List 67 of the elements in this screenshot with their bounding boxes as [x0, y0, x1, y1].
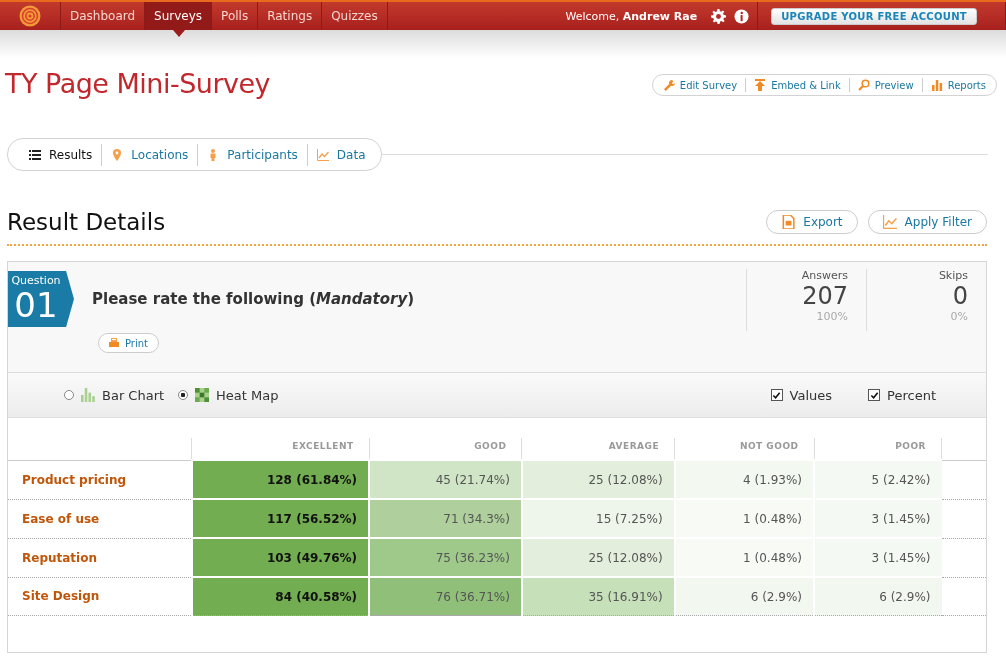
stat-value: 207 — [801, 282, 848, 310]
heat-cell: 45 (21.74%) — [369, 460, 522, 499]
heat-cell: 6 (2.9%) — [814, 577, 942, 616]
tab[interactable]: Results — [22, 147, 100, 162]
printer-icon — [109, 338, 119, 348]
upload-arrow-icon — [754, 79, 767, 91]
tab[interactable]: Data — [309, 147, 373, 162]
heat-cell: 15 (7.25%) — [521, 499, 675, 538]
stat-percent: 0% — [949, 310, 968, 323]
heat-cell: 4 (1.93%) — [674, 460, 814, 499]
tab[interactable]: Participants — [200, 147, 305, 162]
heat-cell: 5 (2.42%) — [814, 460, 942, 499]
heat-cell: 1 (0.48%) — [674, 499, 814, 538]
heat-cell: 1 (0.48%) — [674, 538, 814, 577]
checkbox-option[interactable]: Values — [770, 387, 833, 403]
map-pin-icon — [111, 148, 124, 161]
search-icon — [857, 79, 870, 91]
heat-cell: 3 (1.45%) — [814, 538, 942, 577]
checkbox-option[interactable]: Percent — [868, 387, 936, 403]
heat-cell: 75 (36.23%) — [369, 538, 522, 577]
question-badge: Question 01 — [8, 271, 74, 327]
line-chart-icon — [316, 148, 329, 161]
action-link[interactable]: Reports — [926, 79, 990, 91]
view-option[interactable]: Bar Chart — [64, 387, 165, 403]
heat-cell: 76 (36.71%) — [369, 577, 522, 616]
stat-label: Answers — [800, 269, 848, 282]
heat-cell: 84 (40.58%) — [191, 577, 370, 616]
line-chart-icon — [882, 215, 897, 229]
filter-button[interactable]: Apply Filter — [867, 210, 987, 234]
stat-value: 0 — [951, 282, 968, 310]
info-icon[interactable] — [734, 8, 750, 24]
radio-button[interactable] — [64, 390, 74, 400]
heat-cell: 35 (16.91%) — [521, 577, 675, 616]
checkbox[interactable] — [770, 389, 783, 401]
stat-percent: 100% — [815, 310, 848, 323]
radio-button[interactable] — [178, 390, 189, 400]
heat-cell: 25 (12.08%) — [521, 538, 675, 577]
stat-label: Skips — [937, 269, 968, 282]
heat-map-icon — [195, 388, 210, 402]
heat-cell: 117 (56.52%) — [191, 499, 370, 538]
heat-cell: 25 (12.08%) — [521, 460, 675, 499]
action-link[interactable]: Preview — [853, 79, 918, 91]
print-button[interactable]: Print — [98, 333, 159, 353]
settings-icon[interactable] — [711, 8, 727, 24]
bar-chart-icon — [930, 79, 943, 91]
question-text: Please rate the following (Mandatory) — [92, 290, 415, 308]
export-button[interactable]: Export — [766, 210, 858, 234]
logo-icon[interactable] — [19, 5, 41, 27]
heat-cell: 3 (1.45%) — [814, 499, 942, 538]
upgrade-button[interactable]: UPGRADE YOUR FREE ACCOUNT — [771, 7, 977, 25]
action-link[interactable]: Embed & Link — [750, 79, 845, 91]
wrench-icon — [662, 79, 675, 91]
heat-cell: 6 (2.9%) — [674, 577, 814, 616]
tab[interactable]: Locations — [104, 147, 196, 162]
survey-title: TY Page Mini-Survey — [5, 68, 271, 99]
document-icon — [781, 215, 796, 229]
checkbox[interactable] — [868, 389, 881, 401]
heat-cell: 128 (61.84%) — [191, 460, 370, 499]
view-option[interactable]: Heat Map — [178, 387, 279, 403]
welcome-text: Welcome, Andrew Rae — [565, 9, 698, 23]
heat-cell: 71 (34.3%) — [369, 499, 522, 538]
bar-chart-icon — [81, 388, 95, 402]
section-title: Result Details — [7, 209, 166, 235]
list-icon — [29, 148, 41, 161]
action-link[interactable]: Edit Survey — [658, 79, 742, 91]
heat-cell: 103 (49.76%) — [191, 538, 370, 577]
nav-link[interactable]: Surveys — [145, 2, 213, 30]
